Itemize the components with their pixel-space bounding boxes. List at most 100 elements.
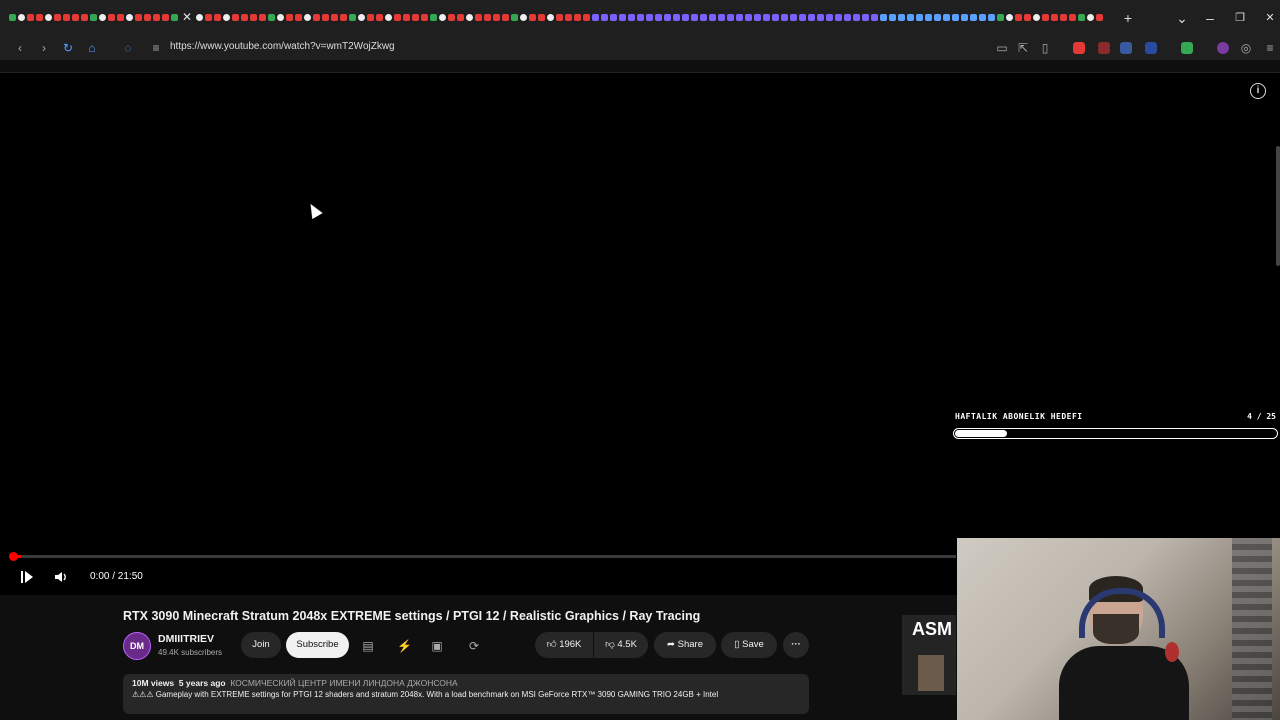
subscribe-button[interactable]: Subscribe xyxy=(286,632,349,658)
browser-tab[interactable] xyxy=(637,14,644,21)
youtube-extension-icon[interactable] xyxy=(1073,42,1085,54)
browser-tab[interactable] xyxy=(583,14,590,21)
browser-tab[interactable] xyxy=(628,14,635,21)
browser-tab[interactable] xyxy=(430,14,437,21)
browser-tab[interactable] xyxy=(153,14,160,21)
browser-tab[interactable] xyxy=(108,14,115,21)
browser-tab[interactable] xyxy=(277,14,284,21)
browser-tab[interactable] xyxy=(826,14,833,21)
browser-tab[interactable] xyxy=(367,14,374,21)
browser-tab[interactable] xyxy=(403,14,410,21)
browser-tab[interactable] xyxy=(844,14,851,21)
extension-icon[interactable] xyxy=(1098,42,1110,54)
browser-tab[interactable] xyxy=(1069,14,1076,21)
browser-tab[interactable] xyxy=(511,14,518,21)
browser-tab[interactable] xyxy=(286,14,293,21)
browser-tab[interactable] xyxy=(99,14,106,21)
channel-avatar[interactable]: DM xyxy=(123,632,151,660)
browser-tab[interactable] xyxy=(664,14,671,21)
profile-icon[interactable] xyxy=(1217,42,1229,54)
video-player[interactable]: i 0:00 / 21:50 xyxy=(0,73,1280,595)
browser-tab[interactable] xyxy=(763,14,770,21)
restore-button[interactable]: ❐ xyxy=(1232,10,1248,26)
browser-tab[interactable] xyxy=(862,14,869,21)
browser-tab[interactable] xyxy=(619,14,626,21)
browser-tab[interactable] xyxy=(1042,14,1049,21)
browser-tab[interactable] xyxy=(1060,14,1067,21)
tab-search-icon[interactable]: ⌄ xyxy=(1174,10,1190,26)
extension-puzzle-icon[interactable] xyxy=(1145,42,1157,54)
browser-tab[interactable] xyxy=(448,14,455,21)
browser-tab[interactable] xyxy=(457,14,464,21)
browser-tab[interactable] xyxy=(997,14,1004,21)
browser-tab[interactable] xyxy=(205,14,212,21)
browser-tab[interactable] xyxy=(520,14,527,21)
browser-tab[interactable] xyxy=(54,14,61,21)
browser-tab[interactable] xyxy=(18,14,25,21)
browser-tab[interactable] xyxy=(799,14,806,21)
browser-tab[interactable] xyxy=(376,14,383,21)
browser-tab[interactable] xyxy=(1024,14,1031,21)
browser-tab[interactable] xyxy=(45,14,52,21)
browser-tab[interactable] xyxy=(135,14,142,21)
browser-tab[interactable] xyxy=(916,14,923,21)
browser-tab[interactable] xyxy=(853,14,860,21)
browser-tab[interactable] xyxy=(736,14,743,21)
cast-icon[interactable]: ▭ xyxy=(994,40,1010,56)
menu-icon[interactable]: ≡ xyxy=(1262,40,1278,56)
browser-tab[interactable] xyxy=(340,14,347,21)
browser-tab[interactable] xyxy=(979,14,986,21)
speed-dial-icon[interactable]: ◌ xyxy=(120,40,136,56)
back-icon[interactable]: ‹ xyxy=(12,40,28,56)
browser-tab[interactable] xyxy=(790,14,797,21)
minimize-button[interactable]: – xyxy=(1202,10,1218,26)
browser-tab[interactable] xyxy=(907,14,914,21)
browser-tab[interactable] xyxy=(295,14,302,21)
browser-tab[interactable] xyxy=(1006,14,1013,21)
browser-tab[interactable] xyxy=(547,14,554,21)
join-button[interactable]: Join xyxy=(241,632,281,658)
browser-tab[interactable] xyxy=(943,14,950,21)
browser-tab[interactable] xyxy=(889,14,896,21)
browser-tab[interactable] xyxy=(673,14,680,21)
close-window-button[interactable]: ✕ xyxy=(1262,10,1278,26)
browser-tab[interactable] xyxy=(502,14,509,21)
tab-list[interactable]: ✕ xyxy=(8,10,1113,26)
browser-tab[interactable] xyxy=(529,14,536,21)
browser-tab[interactable] xyxy=(754,14,761,21)
browser-tab[interactable] xyxy=(898,14,905,21)
channel-name[interactable]: DMIIITRIEV xyxy=(158,633,214,645)
forward-icon[interactable]: › xyxy=(36,40,52,56)
browser-tab[interactable] xyxy=(475,14,482,21)
info-icon[interactable]: i xyxy=(1250,83,1266,99)
reload-icon[interactable]: ↻ xyxy=(60,40,76,56)
browser-tab[interactable] xyxy=(772,14,779,21)
close-tab-icon[interactable]: ✕ xyxy=(180,10,194,24)
ask-ai-icon[interactable]: ⚡ xyxy=(397,639,412,653)
browser-tab[interactable] xyxy=(718,14,725,21)
browser-tab[interactable] xyxy=(970,14,977,21)
bookmark-icon[interactable]: ▯ xyxy=(1037,40,1053,56)
browser-tab[interactable] xyxy=(421,14,428,21)
browser-tab[interactable] xyxy=(196,14,203,21)
labs-icon[interactable] xyxy=(1181,42,1193,54)
browser-tab[interactable] xyxy=(655,14,662,21)
browser-tab[interactable] xyxy=(646,14,653,21)
browser-tab[interactable] xyxy=(808,14,815,21)
home-icon[interactable]: ⌂ xyxy=(84,40,100,56)
browser-tab[interactable] xyxy=(9,14,16,21)
browser-tab[interactable] xyxy=(232,14,239,21)
browser-tab[interactable] xyxy=(1078,14,1085,21)
more-actions-button[interactable]: ··· xyxy=(783,632,809,658)
browser-tab[interactable] xyxy=(691,14,698,21)
account-icon[interactable]: ◎ xyxy=(1238,40,1254,56)
address-bar[interactable]: https://www.youtube.com/watch?v=wmT2WojZ… xyxy=(170,41,395,52)
location-link[interactable]: КОСМИЧЕСКИЙ ЦЕНТР ИМЕНИ ЛИНДОНА ДЖОНСОНА xyxy=(230,678,457,688)
browser-tab[interactable] xyxy=(250,14,257,21)
save-button[interactable]: ▯ Save xyxy=(721,632,777,658)
browser-tab[interactable] xyxy=(538,14,545,21)
browser-tab[interactable] xyxy=(385,14,392,21)
browser-tab[interactable] xyxy=(439,14,446,21)
volume-icon[interactable] xyxy=(54,570,68,584)
browser-tab[interactable] xyxy=(745,14,752,21)
